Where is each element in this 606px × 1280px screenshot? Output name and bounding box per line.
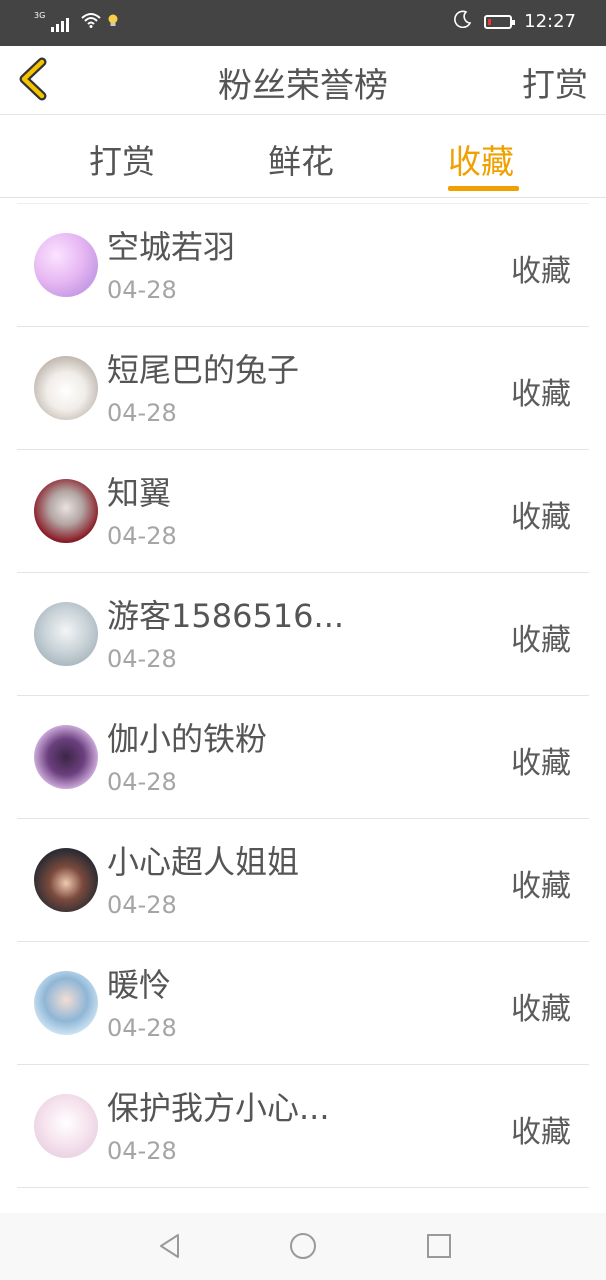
user-name: 知翼 [107,474,172,512]
list-item[interactable]: 保护我方小心... 04-28 收藏 [17,1065,589,1188]
user-date: 04-28 [107,768,177,796]
avatar [34,479,98,543]
row-action-label: 收藏 [511,254,571,289]
tab-favorites[interactable]: 收藏 [448,135,514,183]
row-action-label: 收藏 [511,992,571,1027]
fan-list: 空城若羽 04-28 收藏 短尾巴的兔子 04-28 收藏 知翼 04-28 收… [17,203,589,1214]
row-action-label: 收藏 [511,869,571,904]
user-date: 04-28 [107,645,177,673]
bulb-notification-icon [107,13,119,32]
tab-flowers[interactable]: 鲜花 [268,135,334,183]
signal-icon [51,16,70,32]
user-name: 伽小的铁粉 [107,720,268,758]
avatar [34,356,98,420]
row-action-label: 收藏 [511,623,571,658]
avatar [34,725,98,789]
user-name: 保护我方小心... [107,1089,330,1127]
app-header: 粉丝荣誉榜 打赏 [0,46,606,115]
user-date: 04-28 [107,1137,177,1165]
row-action-label: 收藏 [511,1115,571,1150]
user-date: 04-28 [107,891,177,919]
row-action-label: 收藏 [511,746,571,781]
avatar [34,1094,98,1158]
active-tab-indicator [448,186,519,191]
nav-recent-button[interactable] [424,1231,454,1261]
list-item[interactable]: 短尾巴的兔子 04-28 收藏 [17,327,589,450]
circle-home-icon [290,1233,316,1259]
system-nav-bar [0,1213,606,1280]
status-right: 12:27 [454,10,576,33]
list-item[interactable]: 伽小的铁粉 04-28 收藏 [17,696,589,819]
user-date: 04-28 [107,1014,177,1042]
user-date: 04-28 [107,399,177,427]
status-left: 3G [34,12,119,32]
reward-button[interactable]: 打赏 [522,58,588,106]
tab-bar: 打赏 鲜花 收藏 [0,115,606,198]
avatar [34,233,98,297]
network-type: 3G [34,11,46,20]
list-item[interactable]: 知翼 04-28 收藏 [17,450,589,573]
nav-back-button[interactable] [155,1231,185,1261]
user-name: 游客1586516... [107,597,345,635]
avatar [34,971,98,1035]
user-date: 04-28 [107,522,177,550]
wifi-icon [81,12,101,32]
row-action-label: 收藏 [511,500,571,535]
nav-home-button[interactable] [288,1231,318,1261]
square-recent-icon [427,1234,451,1258]
user-name: 小心超人姐姐 [107,843,300,881]
list-item[interactable]: 暖怜 04-28 收藏 [17,942,589,1065]
moon-icon [454,10,472,33]
user-name: 短尾巴的兔子 [107,351,300,389]
back-button[interactable] [14,54,54,104]
status-bar: 3G 12:27 [0,0,606,46]
avatar [34,602,98,666]
chevron-left-icon [19,57,47,101]
avatar [34,848,98,912]
page-title: 粉丝荣誉榜 [218,66,388,106]
triangle-back-icon [160,1234,179,1258]
tab-reward[interactable]: 打赏 [89,135,155,183]
user-name: 空城若羽 [107,228,236,266]
list-item[interactable]: 小心超人姐姐 04-28 收藏 [17,819,589,942]
row-action-label: 收藏 [511,377,571,412]
battery-icon [484,14,516,29]
user-name: 暖怜 [107,966,172,1004]
battery-level [488,18,492,25]
clock: 12:27 [524,11,576,32]
list-item[interactable]: 游客1586516... 04-28 收藏 [17,573,589,696]
list-item[interactable]: 空城若羽 04-28 收藏 [17,204,589,327]
user-date: 04-28 [107,276,177,304]
